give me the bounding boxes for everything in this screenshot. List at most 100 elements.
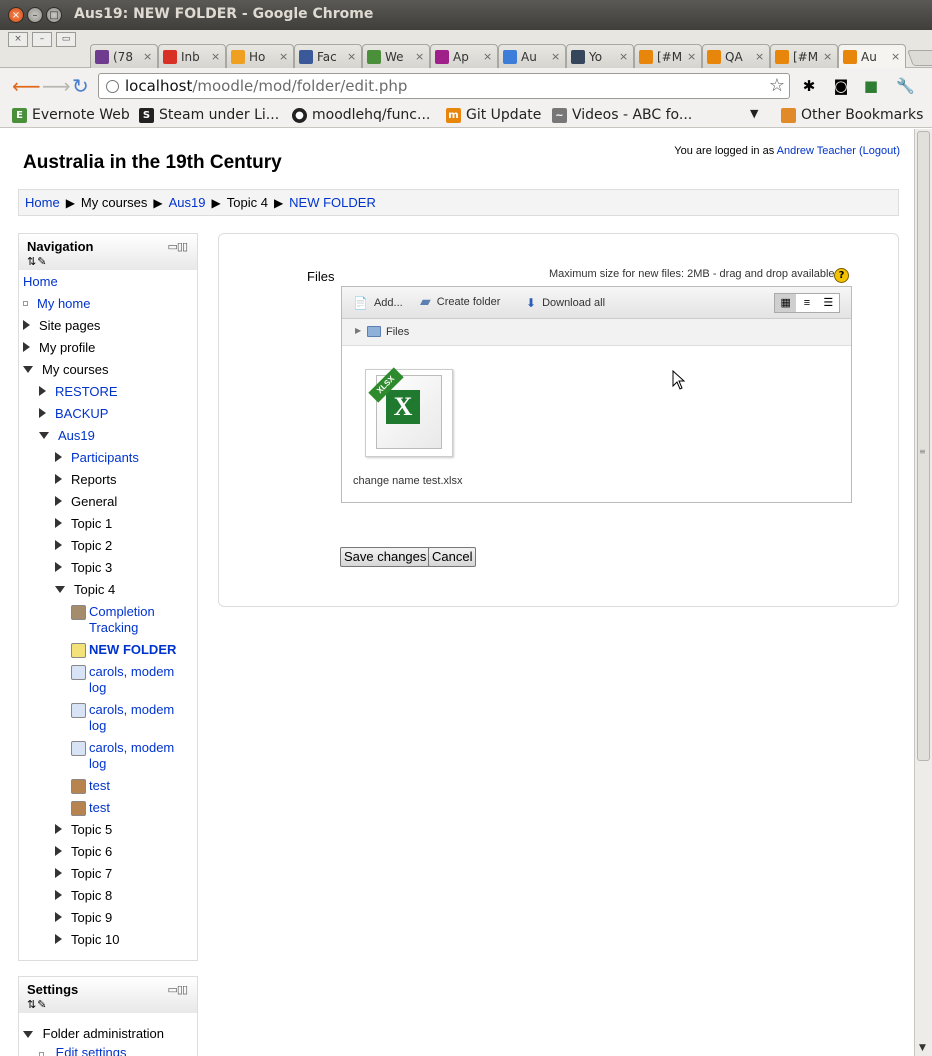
nav-item[interactable]: Topic 8 [55,888,112,903]
nav-item[interactable]: Topic 7 [55,866,112,881]
nav-item[interactable]: Home [23,274,58,289]
scroll-down-arrow-icon[interactable]: ▼ [919,1043,926,1053]
settings-edit-settings[interactable]: Edit settings [39,1045,126,1056]
nav-item[interactable]: test [71,778,110,794]
wrench-icon[interactable]: 🔧 [896,77,915,95]
tab-close-icon[interactable]: × [551,50,561,63]
bug-extension-icon[interactable]: ✱ [800,77,818,95]
nav-item[interactable]: test [71,800,110,816]
nav-item-label[interactable]: RESTORE [55,384,118,399]
tab-close-icon[interactable]: × [211,50,221,63]
help-icon[interactable]: ? [834,268,849,283]
scrollbar-thumb[interactable] [917,131,930,761]
nav-item[interactable]: Topic 2 [55,538,112,553]
nav-item[interactable]: My home [23,296,90,311]
block-move-icon[interactable]: ⇅✎ [27,255,189,268]
create-folder-button[interactable]: ▰ Create folder [420,293,500,310]
nav-item[interactable]: Topic 5 [55,822,112,837]
nav-item[interactable]: My courses [23,362,108,377]
nav-item-label[interactable]: test [89,800,110,815]
browser-tab[interactable]: Au × [838,44,906,68]
xlsx-file-thumbnail[interactable]: X XLSX [365,367,453,457]
browser-tab[interactable]: Ho × [226,44,294,68]
bookmarks-overflow-chevron-icon[interactable]: ▼ [750,107,758,120]
logout-link[interactable]: (Logout) [859,145,900,157]
tab-close-icon[interactable]: × [143,50,153,63]
path-label[interactable]: Files [386,326,409,338]
nav-item-label[interactable]: test [89,778,110,793]
tab-close-icon[interactable]: × [619,50,629,63]
bookmark-steam[interactable]: S Steam under Li... [139,107,279,123]
tab-close-icon[interactable]: × [823,50,833,63]
browser-tab[interactable]: Inb × [158,44,226,68]
settings-folder-administration[interactable]: Folder administration [23,1026,164,1041]
tab-close-icon[interactable]: × [347,50,357,63]
forward-arrow-icon[interactable]: ⟶ [42,76,71,96]
bookmark-abc-videos[interactable]: ~ Videos - ABC fo... [552,107,692,123]
breadcrumb-home[interactable]: Home [25,195,60,210]
nav-item-label[interactable]: BACKUP [55,406,108,421]
nav-item-label[interactable]: Completion Tracking [89,604,185,636]
window-close-button[interactable]: × [8,7,24,23]
bookmark-evernote-web[interactable]: E Evernote Web [12,107,130,123]
dock-block-icon[interactable]: ▭▯▯ [168,240,188,253]
nav-item[interactable]: Participants [55,450,139,465]
tab-close-icon[interactable]: × [279,50,289,63]
breadcrumb-new-folder[interactable]: NEW FOLDER [289,195,376,210]
nav-item[interactable]: General [55,494,117,509]
browser-tab[interactable]: QA × [702,44,770,68]
download-all-button[interactable]: ⬇ Download all [526,296,605,310]
nav-item-label[interactable]: NEW FOLDER [89,642,176,657]
browser-tab[interactable]: Yo × [566,44,634,68]
browser-tab[interactable]: Au × [498,44,566,68]
add-file-button[interactable]: 📄 Add... [353,296,403,310]
other-bookmarks[interactable]: Other Bookmarks [781,107,923,123]
dock-block-icon[interactable]: ▭▯▯ [168,983,188,996]
back-arrow-icon[interactable]: ⟵ [12,76,41,96]
breadcrumb-aus19[interactable]: Aus19 [169,195,206,210]
nav-item[interactable]: carols, modem log [71,664,185,696]
nav-item-label[interactable]: carols, modem log [89,702,185,734]
tab-close-icon[interactable]: × [687,50,697,63]
nav-item-label[interactable]: My home [37,296,90,311]
save-changes-button[interactable]: Save changes [340,547,431,567]
bookmark-git-update[interactable]: m Git Update [446,107,541,123]
vertical-scrollbar[interactable]: ≡ ▼ [914,129,932,1056]
nav-item-label[interactable]: carols, modem log [89,664,185,696]
tab-close-icon[interactable]: × [755,50,765,63]
green-extension-icon[interactable]: ■ [862,77,880,95]
window-minimize-button[interactable]: – [27,7,43,23]
file-name[interactable]: change name test.xlsx [353,475,462,487]
tab-close-icon[interactable]: × [483,50,493,63]
user-link[interactable]: Andrew Teacher [777,145,856,157]
nav-item[interactable]: Site pages [23,318,100,333]
tab-close-icon[interactable]: × [891,50,901,63]
browser-tab[interactable]: [#M × [634,44,702,68]
nav-item[interactable]: Topic 3 [55,560,112,575]
nav-item-label[interactable]: Aus19 [58,428,95,443]
nav-item[interactable]: Topic 9 [55,910,112,925]
browser-tab[interactable]: [#M × [770,44,838,68]
bookmark-star-icon[interactable]: ☆ [769,74,785,98]
nav-item-label[interactable]: carols, modem log [89,740,185,772]
nav-item[interactable]: carols, modem log [71,702,185,734]
tabstrip-minimize-icon[interactable]: – [32,32,52,47]
nav-item[interactable]: NEW FOLDER [71,642,176,658]
browser-tab[interactable]: Ap × [430,44,498,68]
tab-close-icon[interactable]: × [415,50,425,63]
nav-item[interactable]: Topic 10 [55,932,119,947]
nav-item[interactable]: Topic 4 [55,582,115,597]
nav-item[interactable]: Completion Tracking [71,604,185,636]
nav-item[interactable]: RESTORE [39,384,118,399]
nav-item-label[interactable]: Participants [71,450,139,465]
bookmark-moodlehq[interactable]: ● moodlehq/func... [292,107,430,123]
tree-view-icon[interactable]: ☰ [818,294,839,312]
evernote-extension-icon[interactable]: ◙ [832,77,850,95]
browser-tab[interactable]: We × [362,44,430,68]
nav-item[interactable]: BACKUP [39,406,108,421]
block-move-icon[interactable]: ⇅✎ [27,998,189,1011]
address-bar[interactable]: localhost/moodle/mod/folder/edit.php ☆ [98,73,790,99]
list-view-icon[interactable]: ≡ [796,294,817,312]
nav-item[interactable]: Topic 1 [55,516,112,531]
nav-item[interactable]: My profile [23,340,95,355]
